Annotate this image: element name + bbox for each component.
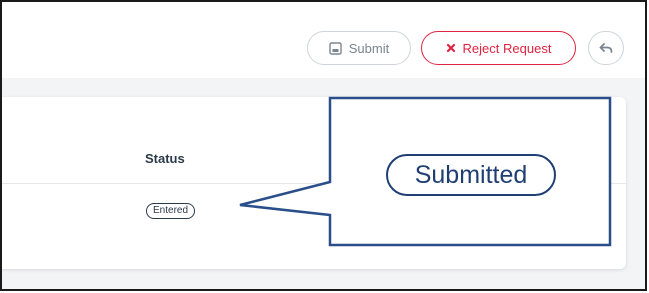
callout-box: [239, 96, 612, 247]
callout-status-badge: Submitted: [386, 154, 556, 196]
